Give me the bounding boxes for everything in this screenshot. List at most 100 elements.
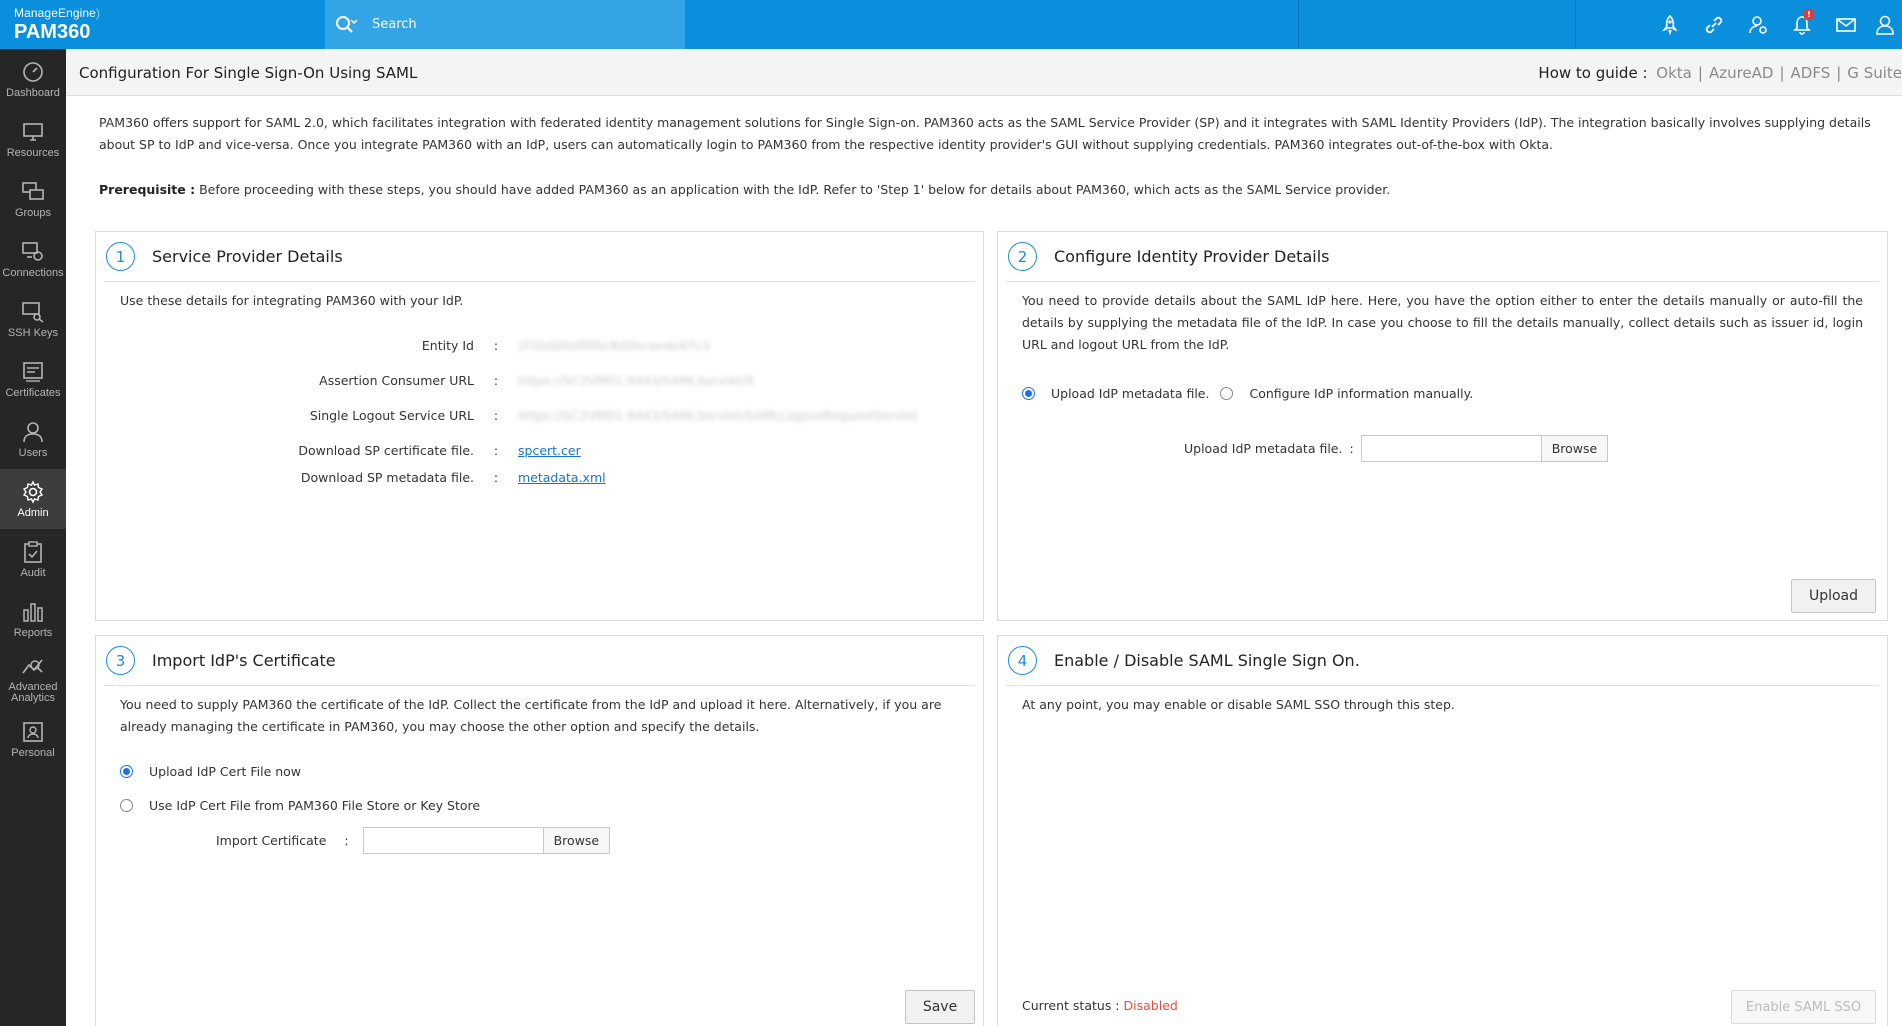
- panel-enable-sso: 4 Enable / Disable SAML Single Sign On. …: [997, 635, 1888, 1026]
- radio-use-file-store[interactable]: [120, 799, 133, 812]
- prerequisite-label: Prerequisite :: [99, 182, 196, 197]
- sidebar-item-ssh-keys[interactable]: SSH Keys: [0, 289, 66, 349]
- monitor-icon: [23, 122, 43, 141]
- mail-icon[interactable]: [1824, 0, 1868, 49]
- sidebar-item-label: Admin: [17, 506, 49, 519]
- enable-saml-sso-button[interactable]: Enable SAML SSO: [1731, 990, 1876, 1024]
- panel-import-certificate: 3 Import IdP's Certificate You need to s…: [95, 635, 984, 1026]
- panel-title: Service Provider Details: [152, 247, 343, 266]
- import-certificate-label: Import Certificate: [216, 833, 327, 848]
- panel-title: Configure Identity Provider Details: [1054, 247, 1330, 266]
- sp-certificate-row: Download SP certificate file. : spcert.c…: [96, 443, 581, 458]
- product-name: PAM360: [14, 21, 91, 43]
- user-settings-icon[interactable]: [1736, 0, 1780, 49]
- vendor-name: ManageEngine: [14, 6, 96, 20]
- step-number: 3: [106, 646, 135, 675]
- single-logout-url-row: Single Logout Service URL : https://SC2V…: [96, 408, 918, 423]
- radio-label: Upload IdP metadata file.: [1051, 386, 1210, 401]
- status-badge: Disabled: [1123, 998, 1178, 1013]
- sidebar-item-resources[interactable]: Resources: [0, 109, 66, 169]
- guide-link-azuread[interactable]: AzureAD: [1709, 64, 1774, 82]
- intro-text: PAM360 offers support for SAML 2.0, whic…: [99, 115, 1871, 152]
- radio-label: Configure IdP information manually.: [1249, 386, 1474, 401]
- search-input[interactable]: [372, 17, 672, 32]
- radio-label: Use IdP Cert File from PAM360 File Store…: [149, 798, 481, 813]
- how-to-guide: How to guide : Okta | AzureAD | ADFS | G Suite: [1538, 64, 1902, 82]
- top-bar-panel: [1298, 0, 1576, 49]
- main-content: PAM360 offers support for SAML 2.0, whic…: [66, 96, 1902, 1026]
- sidebar-item-label: Reports: [13, 626, 53, 639]
- field-label: Entity Id: [421, 338, 474, 353]
- how-to-label: How to guide :: [1538, 64, 1648, 82]
- field-label: Download SP certificate file.: [298, 443, 474, 458]
- user-icon: [23, 421, 43, 442]
- sidebar-item-label: Audit: [20, 566, 46, 579]
- sidebar-item-label: Personal: [11, 746, 55, 759]
- metadata-download-link[interactable]: metadata.xml: [518, 470, 606, 485]
- assertion-consumer-url-row: Assertion Consumer URL : https://SC2VM01…: [96, 373, 754, 388]
- sidebar-item-personal[interactable]: Personal: [0, 709, 66, 769]
- sidebar-item-certificates[interactable]: Certificates: [0, 349, 66, 409]
- search-bar[interactable]: [325, 0, 685, 49]
- panel-description: At any point, you may enable or disable …: [1022, 697, 1455, 712]
- brand-logo[interactable]: ManageEngine) PAM360: [14, 6, 100, 42]
- bar-chart-icon: [23, 602, 43, 622]
- browse-button[interactable]: Browse: [1541, 436, 1608, 461]
- radio-upload-metadata[interactable]: [1022, 387, 1035, 400]
- sp-metadata-row: Download SP metadata file. : metadata.xm…: [96, 470, 606, 485]
- link-icon[interactable]: [1692, 0, 1736, 49]
- certificate-icon: [23, 361, 43, 382]
- radio-upload-cert[interactable]: [120, 765, 133, 778]
- sidebar-item-admin[interactable]: Admin: [0, 469, 66, 529]
- panel-description: Use these details for integrating PAM360…: [120, 293, 464, 308]
- sidebar-item-label: Resources: [6, 146, 60, 159]
- sidebar-item-label: Dashboard: [6, 86, 60, 99]
- step-number: 4: [1008, 646, 1037, 675]
- connections-icon: [22, 241, 43, 261]
- sidebar-item-audit[interactable]: Audit: [0, 529, 66, 589]
- user-icon[interactable]: [1868, 0, 1902, 49]
- sidebar-item-label: SSH Keys: [7, 326, 59, 339]
- sidebar-item-users[interactable]: Users: [0, 409, 66, 469]
- panel-identity-provider: 2 Configure Identity Provider Details Yo…: [997, 231, 1888, 621]
- dashboard-icon: [23, 61, 43, 82]
- sidebar-item-label: Certificates: [5, 386, 61, 399]
- clipboard-icon: [24, 540, 42, 563]
- sidebar-item-reports[interactable]: Reports: [0, 589, 66, 649]
- save-button[interactable]: Save: [905, 990, 975, 1024]
- analytics-icon: [22, 659, 43, 673]
- panel-description: You need to provide details about the SA…: [1022, 293, 1863, 352]
- spcert-download-link[interactable]: spcert.cer: [518, 443, 581, 458]
- field-label: Download SP metadata file.: [300, 470, 474, 485]
- guide-link-okta[interactable]: Okta: [1656, 64, 1692, 82]
- browse-button[interactable]: Browse: [543, 828, 610, 853]
- metadata-file-input[interactable]: Browse: [1360, 435, 1609, 462]
- logo-flare-icon: ): [95, 6, 101, 20]
- step-number: 2: [1008, 242, 1037, 271]
- gear-icon: [22, 479, 44, 504]
- panel-title: Enable / Disable SAML Single Sign On.: [1054, 651, 1360, 670]
- sidebar-item-advanced-analytics[interactable]: Advanced Analytics: [0, 649, 66, 709]
- radio-configure-manually[interactable]: [1220, 387, 1234, 400]
- certificate-file-input[interactable]: Browse: [362, 827, 611, 854]
- current-status: Current status : Disabled: [1022, 998, 1178, 1013]
- entity-id-value: 2f1bdd0ef6f0c8d5bcaede47c3: [518, 338, 710, 353]
- sidebar-item-connections[interactable]: Connections: [0, 229, 66, 289]
- page-header: Configuration For Single Sign-On Using S…: [66, 49, 1902, 96]
- page-title: Configuration For Single Sign-On Using S…: [79, 64, 418, 82]
- field-label: Single Logout Service URL: [309, 408, 474, 423]
- bell-icon[interactable]: !: [1780, 0, 1824, 49]
- groups-icon: [22, 181, 44, 200]
- entity-id-row: Entity Id : 2f1bdd0ef6f0c8d5bcaede47c3: [96, 338, 710, 353]
- single-logout-url-value: https://SC2VM01:9443/SAMLServlet/SAMLLog…: [518, 408, 919, 423]
- guide-link-gsuite[interactable]: G Suite: [1847, 64, 1902, 82]
- guide-link-adfs[interactable]: ADFS: [1791, 64, 1831, 82]
- top-bar: ManageEngine) PAM360 !: [0, 0, 1902, 49]
- upload-button[interactable]: Upload: [1791, 579, 1876, 613]
- rocket-icon[interactable]: [1648, 0, 1692, 49]
- sidebar-item-groups[interactable]: Groups: [0, 169, 66, 229]
- sidebar-item-dashboard[interactable]: Dashboard: [0, 49, 66, 109]
- key-icon: [22, 301, 44, 323]
- step-number: 1: [106, 242, 135, 271]
- search-icon[interactable]: [334, 14, 358, 36]
